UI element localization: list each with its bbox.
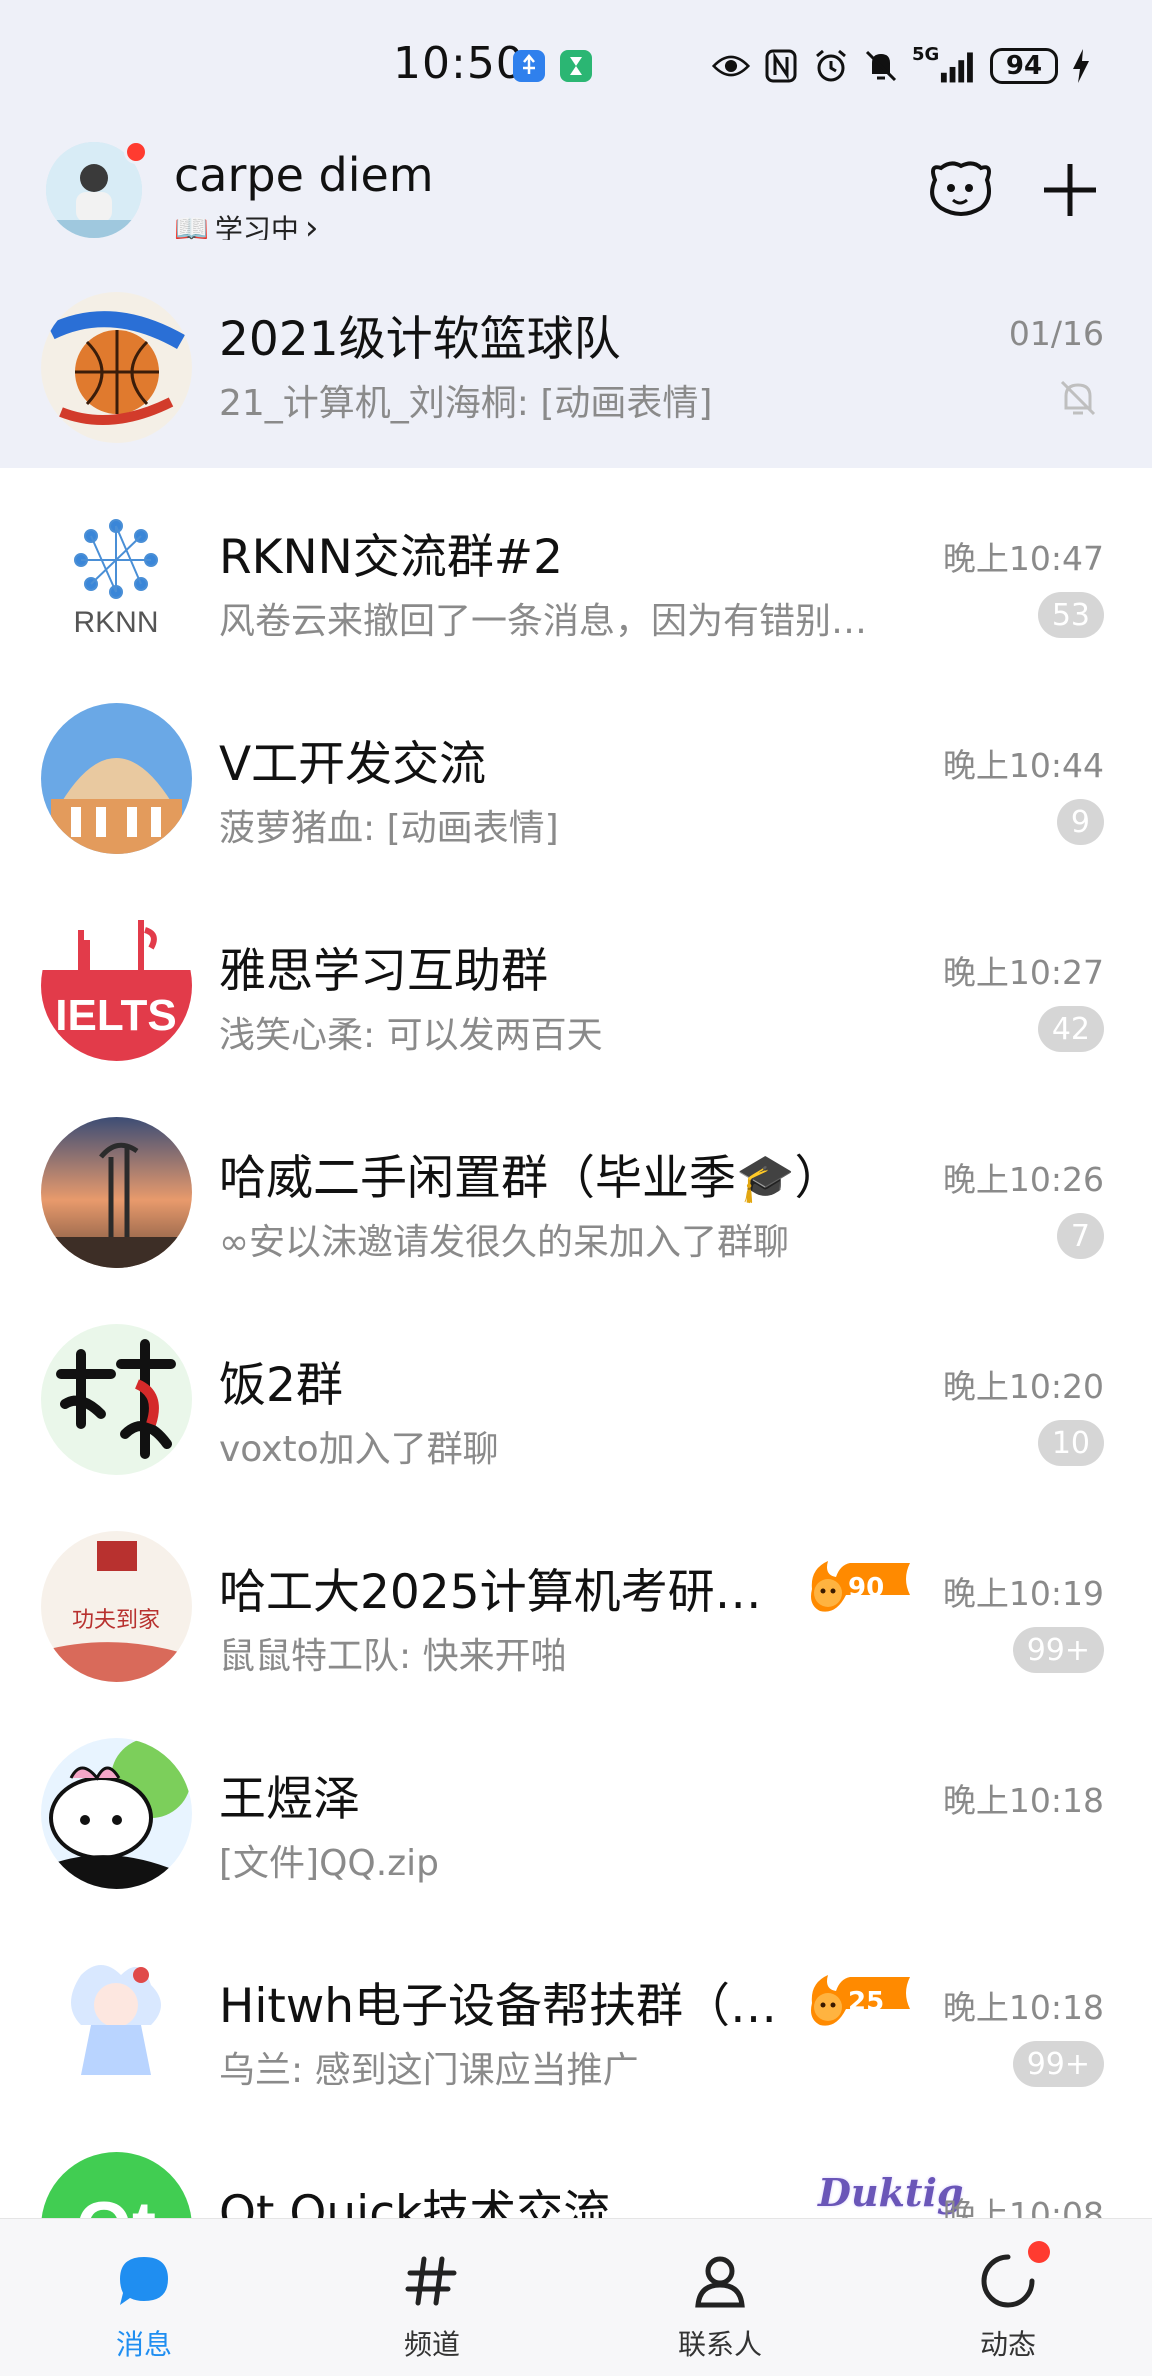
conversation-name: 哈威二手闲置群（毕业季🎓）	[219, 1151, 842, 1206]
conversation-name: 2021级计软篮球队	[219, 312, 621, 367]
fire-count: 90	[848, 1573, 885, 1603]
conversation-item[interactable]: 2021级计软篮球队 21_计算机_刘海桐: [动画表情] 01/16	[0, 240, 1152, 468]
conversation-time: 晚上10:44	[942, 746, 1104, 785]
conversation-list: 2021级计软篮球队 21_计算机_刘海桐: [动画表情] 01/16 RKNN…	[0, 240, 1152, 2331]
charging-icon	[1070, 47, 1092, 85]
alarm-icon	[812, 47, 850, 85]
conversation-time: 01/16	[1008, 314, 1104, 353]
add-button[interactable]	[1034, 154, 1106, 226]
contact-avatar	[41, 1738, 192, 1889]
status-bar: 10:50 5G 94	[0, 0, 1152, 132]
conversation-item[interactable]: RKNN RKNN交流群#2 风卷云来撤回了一条消息，因为有错别… 晚上10:4…	[0, 468, 1152, 675]
group-avatar	[41, 1117, 192, 1268]
fire-count: 25	[848, 1987, 885, 2017]
group-avatar: IELTS	[41, 910, 192, 1061]
eye-icon	[712, 47, 750, 85]
conversation-time: 晚上10:18	[942, 1781, 1104, 1820]
conversation-preview: voxto加入了群聊	[219, 1429, 499, 1470]
bell-muted-icon	[1056, 376, 1100, 420]
fire-streak-badge: 25	[806, 1973, 916, 2029]
group-avatar	[41, 1945, 192, 2096]
signal-icon: 5G	[912, 44, 978, 85]
fire-streak-badge: 90	[806, 1559, 916, 1615]
conversation-item[interactable]: 哈威二手闲置群（毕业季🎓） ∞安以沫邀请发很久的呆加入了群聊 晚上10:26 7	[0, 1089, 1152, 1296]
message-icon	[112, 2249, 176, 2313]
conversation-name: V工开发交流	[219, 737, 487, 792]
unread-badge: 9	[1056, 799, 1104, 845]
unread-badge: 99+	[1012, 2041, 1104, 2087]
conversation-name: 雅思学习互助群	[219, 944, 548, 999]
conversation-item[interactable]: IELTS 雅思学习互助群 浅笑心柔: 可以发两百天 晚上10:27 42	[0, 882, 1152, 1089]
conversation-name: 饭2群	[219, 1358, 343, 1413]
nfc-icon	[762, 47, 800, 85]
nav-label: 消息	[115, 2328, 172, 2361]
hourglass-icon	[560, 50, 592, 82]
conversation-name: RKNN交流群#2	[219, 530, 564, 585]
conversation-time: 晚上10:19	[942, 1574, 1104, 1613]
avatar-calligraphy: 功夫到家	[72, 1608, 160, 1633]
rknn-logo-text: RKNN	[73, 606, 158, 639]
moments-notify-dot	[1028, 2241, 1050, 2263]
conversation-name: 哈工大2025计算机考研…	[219, 1565, 762, 1620]
conversation-item[interactable]: 功夫到家 哈工大2025计算机考研… 90 鼠鼠特工队: 快来开啪 晚上10:1…	[0, 1503, 1152, 1710]
status-icons: 5G 94	[712, 44, 1092, 88]
conversation-item[interactable]: 王煜泽 [文件]QQ.zip 晚上10:18	[0, 1710, 1152, 1917]
unread-badge: 42	[1037, 1006, 1104, 1052]
nav-tab-contacts[interactable]: 联系人	[620, 2219, 820, 2376]
bottom-navigation: 消息 频道 联系人 动态	[0, 2218, 1152, 2376]
conversation-name: Hitwh电子设备帮扶群（…	[219, 1979, 778, 2034]
group-avatar	[41, 292, 192, 443]
conversation-item[interactable]: 饭2群 voxto加入了群聊 晚上10:20 10	[0, 1296, 1152, 1503]
nav-label: 联系人	[677, 2328, 762, 2361]
nav-tab-moments[interactable]: 动态	[908, 2219, 1108, 2376]
top-area: 10:50 5G 94 carpe diem 📖 学习中 ›	[0, 0, 1152, 248]
conversation-preview: 21_计算机_刘海桐: [动画表情]	[219, 383, 713, 424]
username[interactable]: carpe diem	[174, 148, 434, 202]
conversation-preview: 风卷云来撤回了一条消息，因为有错别…	[219, 601, 868, 642]
nav-label: 动态	[979, 2328, 1036, 2361]
penguin-icon	[930, 161, 991, 216]
unread-badge: 7	[1056, 1213, 1104, 1259]
conversation-preview: 乌兰: 感到这门课应当推广	[219, 2050, 639, 2091]
unread-badge: 53	[1037, 592, 1104, 638]
conversation-item[interactable]: V工开发交流 菠萝猪血: [动画表情] 晚上10:44 9	[0, 675, 1152, 882]
group-avatar	[41, 703, 192, 854]
conversation-time: 晚上10:47	[942, 539, 1104, 578]
conversation-time: 晚上10:18	[942, 1988, 1104, 2027]
status-time: 10:50	[393, 38, 525, 89]
group-avatar	[41, 1324, 192, 1475]
conversation-preview: ∞安以沫邀请发很久的呆加入了群聊	[219, 1222, 789, 1263]
header: carpe diem 📖 学习中 ›	[0, 132, 1152, 248]
nav-tab-channels[interactable]: 频道	[332, 2219, 532, 2376]
conversation-preview: 浅笑心柔: 可以发两百天	[219, 1015, 603, 1056]
conversation-preview: 鼠鼠特工队: 快来开啪	[219, 1636, 567, 1677]
mascot-button[interactable]	[924, 154, 996, 226]
conversation-time: 晚上10:27	[942, 953, 1104, 992]
nav-tab-messages[interactable]: 消息	[44, 2219, 244, 2376]
battery-indicator: 94	[990, 48, 1058, 84]
conversation-preview: [文件]QQ.zip	[219, 1843, 439, 1884]
channel-icon	[400, 2249, 464, 2313]
unread-badge: 10	[1037, 1420, 1104, 1466]
usb-icon	[513, 50, 545, 82]
group-avatar: RKNN	[41, 496, 192, 647]
group-avatar: 功夫到家	[41, 1531, 192, 1682]
conversation-preview: 菠萝猪血: [动画表情]	[219, 808, 559, 849]
conversation-time: 晚上10:20	[942, 1367, 1104, 1406]
duktig-tag: Duktig	[818, 2170, 964, 2215]
conversation-time: 晚上10:26	[942, 1160, 1104, 1199]
mute-icon	[862, 47, 900, 85]
unread-badge: 99+	[1012, 1627, 1104, 1673]
conversation-name: 王煜泽	[219, 1772, 360, 1827]
nav-label: 频道	[403, 2328, 460, 2361]
conversation-item[interactable]: Hitwh电子设备帮扶群（… 25 乌兰: 感到这门课应当推广 晚上10:18 …	[0, 1917, 1152, 2124]
plus-icon	[1044, 164, 1096, 216]
contacts-icon	[688, 2249, 752, 2313]
avatar-notify-dot	[124, 140, 148, 164]
ielts-logo-text: IELTS	[55, 991, 176, 1040]
